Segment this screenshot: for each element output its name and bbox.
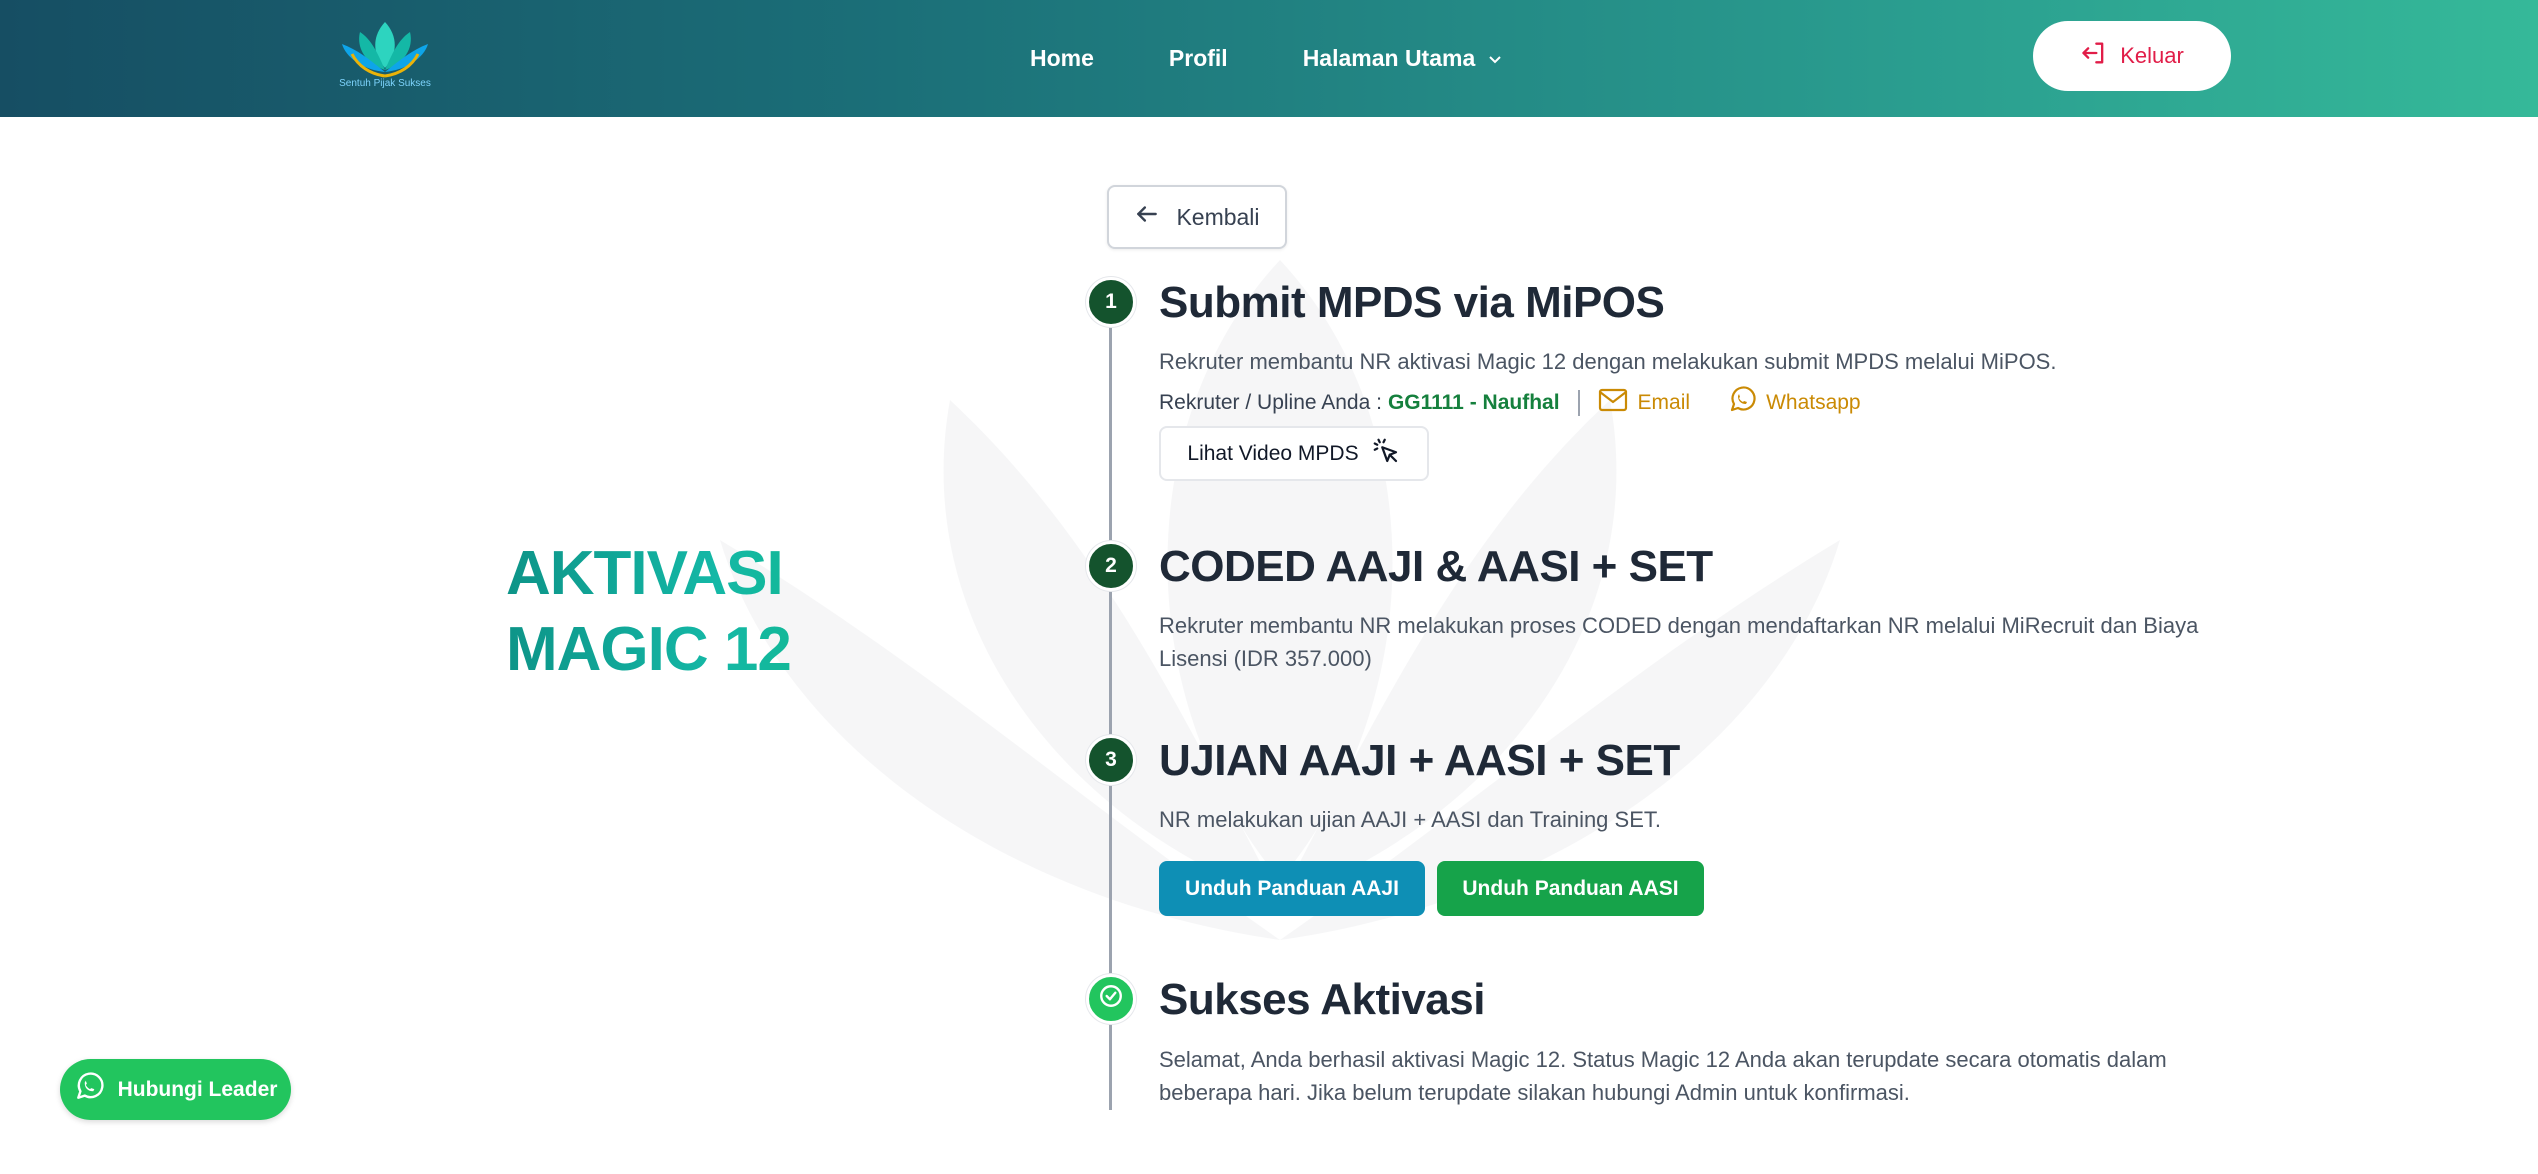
recruiter-whatsapp-label: Whatsapp [1766, 391, 1861, 414]
separator [1577, 390, 1580, 416]
step-1-title: Submit MPDS via MiPOS [1159, 278, 1665, 327]
step-1-badge: 1 [1086, 277, 1136, 327]
mail-icon [1598, 388, 1638, 418]
arrow-left-icon [1134, 201, 1176, 233]
lotus-logo-icon [342, 22, 428, 78]
page-title-line-2: MAGIC 12 [506, 615, 791, 684]
top-navbar: Sentuh Pijak Sukses Home Profil Halaman … [0, 0, 2538, 117]
step-1-number: 1 [1105, 290, 1117, 313]
brand-logo[interactable]: Sentuh Pijak Sukses [330, 14, 440, 96]
view-video-mpds-label: Lihat Video MPDS [1187, 441, 1359, 465]
recruiter-whatsapp-link[interactable]: Whatsapp [1728, 386, 1861, 420]
check-circle-icon [1098, 983, 1124, 1015]
step-1-description: Rekruter membantu NR aktivasi Magic 12 d… [1159, 349, 2057, 374]
main-nav: Home Profil Halaman Utama [1030, 0, 1576, 117]
step-3-badge: 3 [1086, 735, 1136, 785]
step-2-title: CODED AAJI & AASI + SET [1159, 542, 1713, 591]
success-title: Sukses Aktivasi [1159, 975, 1485, 1024]
nav-profil[interactable]: Profil [1169, 45, 1228, 72]
step-2-number: 2 [1105, 554, 1117, 577]
recruiter-code: GG1111 - Naufhal [1387, 391, 1560, 414]
contact-leader-button[interactable]: Hubungi Leader [60, 1059, 291, 1120]
cursor-click-icon [1359, 436, 1401, 472]
page-title: AKTIVASI MAGIC 12 [506, 536, 926, 688]
logout-button[interactable]: Keluar [2033, 21, 2231, 91]
success-description: Selamat, Anda berhasil aktivasi Magic 12… [1159, 1047, 2167, 1105]
whatsapp-icon [74, 1071, 118, 1108]
step-3-description: NR melakukan ujian AAJI + AASI dan Train… [1159, 807, 1661, 832]
step-2-badge: 2 [1086, 541, 1136, 591]
success-badge [1086, 974, 1136, 1024]
download-aasi-guide-button[interactable]: Unduh Panduan AASI [1437, 861, 1704, 916]
whatsapp-icon [1728, 386, 1766, 420]
view-video-mpds-button[interactable]: Lihat Video MPDS [1159, 426, 1429, 481]
step-3-number: 3 [1105, 748, 1117, 771]
chevron-down-icon [1489, 51, 1501, 67]
recruiter-label: Rekruter / Upline Anda : [1159, 391, 1382, 414]
brand-logo-text: Sentuh Pijak Sukses [339, 78, 431, 89]
nav-halaman-utama-label: Halaman Utama [1302, 45, 1476, 71]
logout-label: Keluar [2120, 43, 2184, 68]
nav-profil-label: Profil [1168, 45, 1228, 71]
recruiter-email-link[interactable]: Email [1598, 388, 1691, 418]
back-button-label: Kembali [1176, 203, 1260, 230]
logout-icon [2080, 39, 2120, 73]
page-title-line-1: AKTIVASI [506, 539, 783, 608]
back-button[interactable]: Kembali [1107, 185, 1287, 249]
step-2-description: Rekruter membantu NR melakukan proses CO… [1159, 613, 2199, 671]
step-3-title: UJIAN AAJI + AASI + SET [1159, 736, 1680, 785]
nav-home[interactable]: Home [1030, 45, 1094, 72]
nav-home-label: Home [1030, 45, 1094, 71]
recruiter-info: Rekruter / Upline Anda : GG1111 - Naufha… [1159, 386, 1899, 420]
contact-leader-label: Hubungi Leader [117, 1077, 278, 1101]
download-aaji-guide-button[interactable]: Unduh Panduan AAJI [1159, 861, 1425, 916]
nav-halaman-utama-dropdown[interactable]: Halaman Utama [1303, 45, 1502, 72]
recruiter-email-label: Email [1637, 391, 1691, 414]
